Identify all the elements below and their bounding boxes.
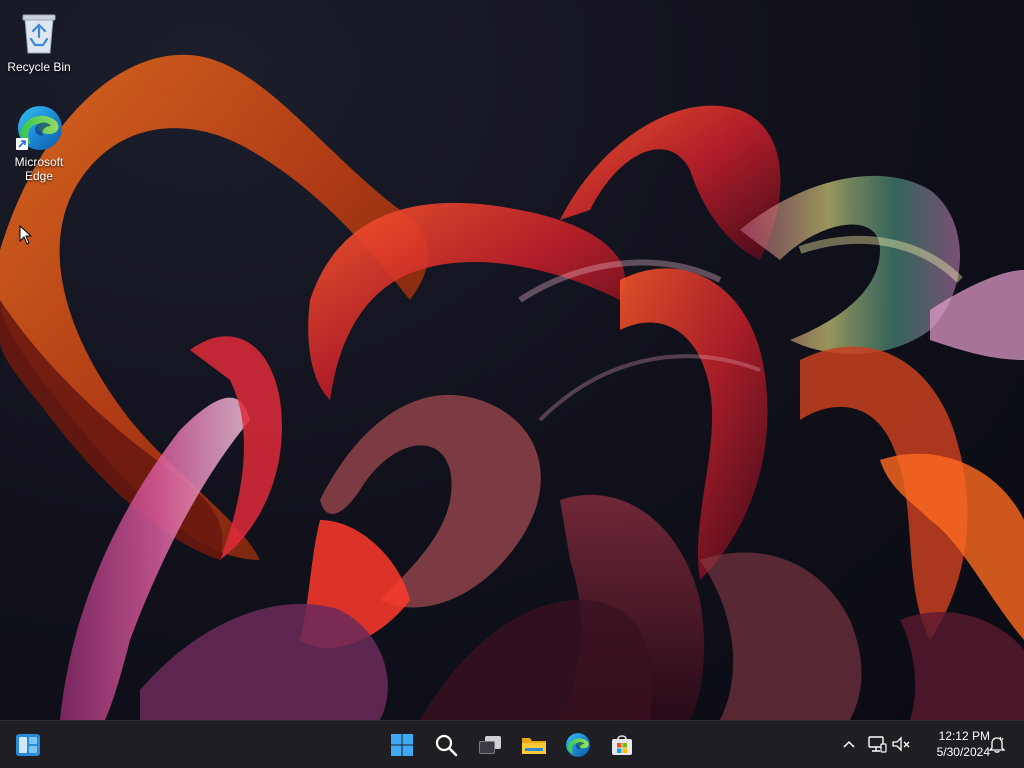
wallpaper — [0, 54, 1024, 720]
clock[interactable]: 12:12 PM 5/30/2024 — [918, 728, 990, 760]
mouse-cursor-icon — [19, 225, 33, 245]
clock-date: 5/30/2024 — [936, 745, 990, 759]
start-button[interactable] — [382, 725, 422, 765]
search-icon — [435, 734, 458, 757]
edge-icon — [15, 104, 63, 152]
desktop-icon-label-line2: Edge — [24, 169, 54, 183]
widgets-button[interactable] — [8, 725, 48, 765]
notification-bell-icon — [988, 736, 1006, 753]
file-explorer-button[interactable] — [514, 725, 554, 765]
widgets-icon — [16, 734, 40, 756]
task-view-button[interactable] — [470, 725, 510, 765]
network-button[interactable] — [866, 733, 888, 755]
desktop-icon-recycle-bin[interactable]: Recycle Bin — [1, 9, 77, 74]
task-view-icon — [479, 736, 501, 754]
search-button[interactable] — [426, 725, 466, 765]
desktop-icon-label-line1: Microsoft — [14, 155, 64, 169]
show-hidden-icons-chevron-icon — [843, 740, 855, 748]
recycle-bin-icon — [15, 9, 63, 57]
volume-button[interactable] — [890, 733, 912, 755]
file-explorer-icon — [522, 738, 546, 754]
start-icon — [391, 734, 413, 756]
notifications-button[interactable] — [986, 733, 1008, 755]
show-hidden-icons-button[interactable] — [838, 733, 860, 755]
taskbar: 12:12 PM 5/30/2024 — [0, 720, 1024, 768]
desktop-icon-microsoft-edge[interactable]: Microsoft Edge — [1, 104, 77, 183]
desktop[interactable]: Recycle Bin Microsoft Edge — [0, 0, 1024, 720]
volume-muted-icon — [892, 736, 910, 752]
network-icon — [868, 736, 887, 753]
edge-taskbar-button[interactable] — [558, 725, 598, 765]
clock-time: 12:12 PM — [938, 729, 990, 743]
microsoft-store-button[interactable] — [602, 725, 642, 765]
desktop-icon-label: Recycle Bin — [7, 60, 71, 74]
edge-icon — [566, 733, 590, 757]
microsoft-store-icon — [612, 735, 632, 755]
